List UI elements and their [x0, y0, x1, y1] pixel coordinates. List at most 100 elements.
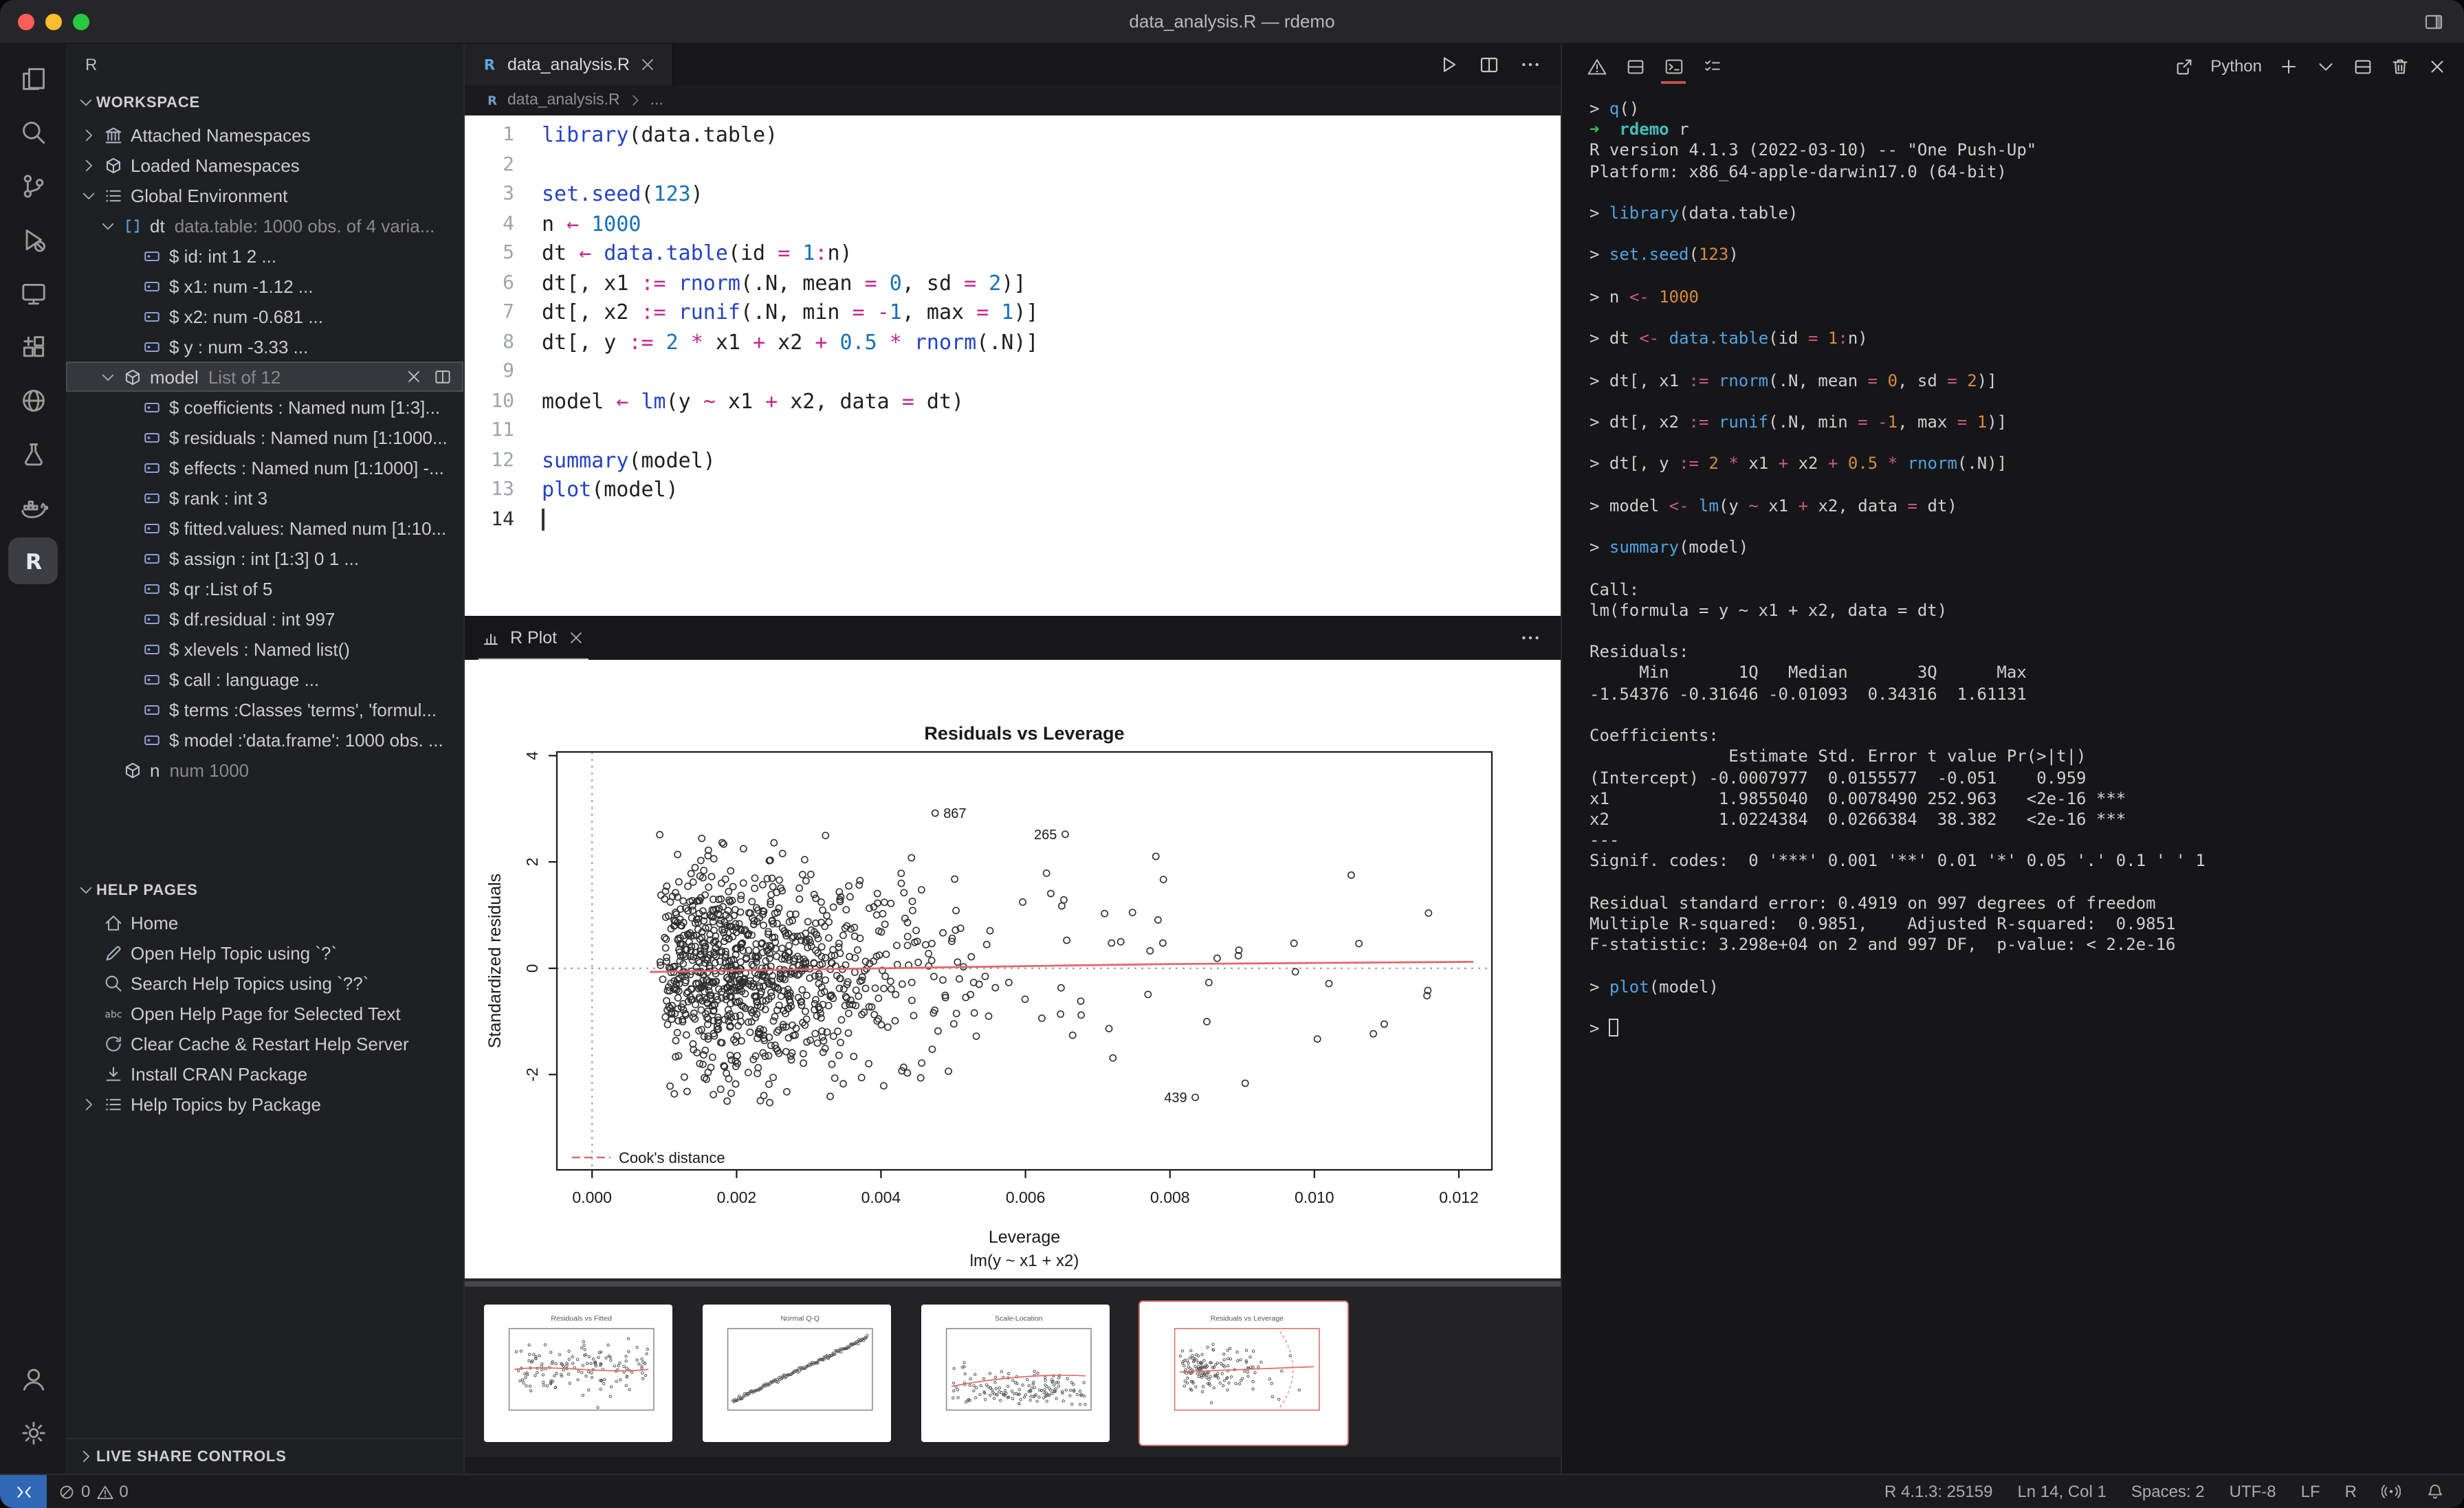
panel-checklist-icon[interactable]: [1694, 49, 1730, 82]
help-pages-section-header[interactable]: HELP PAGES: [66, 873, 463, 907]
customize-layout-icon[interactable]: [2423, 10, 2464, 32]
activity-run-debug[interactable]: [8, 216, 58, 263]
code-editor[interactable]: 1 library(data.table) 2 3 set.seed(123) 4 n ← …: [465, 115, 1561, 616]
open-split-icon[interactable]: [433, 367, 452, 386]
code-line-14[interactable]: 14: [465, 505, 1561, 535]
tree-row-model[interactable]: model List of 12: [66, 362, 463, 392]
activity-remote-explorer[interactable]: [8, 269, 58, 316]
help-item-home[interactable]: Home: [66, 907, 463, 938]
code-line-7[interactable]: 7 dt[, x2 := runif(.N, min = -1, max = 1)…: [465, 298, 1561, 328]
breadcrumb[interactable]: R data_analysis.R ...: [465, 85, 1561, 115]
tree-row-attached-namespaces[interactable]: Attached Namespaces: [66, 120, 463, 150]
status-lf[interactable]: LF: [2301, 1482, 2320, 1501]
bell-icon[interactable]: [2426, 1482, 2445, 1501]
tree-row-terms-classes-terms-formul[interactable]: $ terms :Classes 'terms', 'formul...: [66, 694, 463, 724]
code-line-9[interactable]: 9: [465, 357, 1561, 387]
status-ln-14-col-1[interactable]: Ln 14, Col 1: [2017, 1482, 2106, 1501]
live-share-section-header[interactable]: LIVE SHARE CONTROLS: [66, 1438, 463, 1474]
close-plot-tab-icon[interactable]: [566, 628, 586, 647]
tree-row-x2-num-0-681[interactable]: $ x2: num -0.681 ...: [66, 301, 463, 331]
code-line-11[interactable]: 11: [465, 417, 1561, 446]
close-panel-icon[interactable]: [2427, 56, 2448, 76]
activity-settings[interactable]: [8, 1409, 58, 1456]
tree-row-model-data-frame-1000-obs[interactable]: $ model :'data.frame': 1000 obs. ...: [66, 724, 463, 755]
activity-docker[interactable]: [8, 484, 58, 531]
minimize-window-button[interactable]: [45, 13, 62, 30]
tree-row-global-environment[interactable]: Global Environment: [66, 180, 463, 210]
zoom-window-button[interactable]: [73, 13, 89, 30]
help-item-open-help-page-for-selected-text[interactable]: abc Open Help Page for Selected Text: [66, 998, 463, 1028]
code-line-4[interactable]: 4n ← 1000: [465, 210, 1561, 239]
tree-row-y-num-3-33[interactable]: $ y : num -3.33 ...: [66, 331, 463, 362]
editor-more-icon[interactable]: [1519, 54, 1541, 76]
tree-row-rank-int-3[interactable]: $ rank : int 3: [66, 483, 463, 513]
tree-row-id-int-1-2[interactable]: $ id: int 1 2 ...: [66, 241, 463, 271]
remote-indicator[interactable]: [0, 1475, 47, 1508]
help-item-help-topics-by-package[interactable]: Help Topics by Package: [66, 1089, 463, 1119]
tab-r-plot[interactable]: R Plot: [465, 616, 602, 660]
tree-row-assign-int-1-3-0-1[interactable]: $ assign : int [1:3] 0 1 ...: [66, 543, 463, 573]
run-source-icon[interactable]: [1437, 54, 1459, 76]
panel-terminal-icon[interactable]: [1656, 49, 1691, 84]
split-editor-icon[interactable]: [1478, 54, 1500, 76]
code-line-12[interactable]: 12 summary(model): [465, 446, 1561, 476]
split-terminal-icon[interactable]: [2353, 56, 2373, 76]
tree-row-effects-named-num-1-1000[interactable]: $ effects : Named num [1:1000] -...: [66, 452, 463, 483]
plot-thumbnail-normal-q-q[interactable]: Normal Q-Q: [703, 1305, 891, 1442]
panel-split-panel-icon[interactable]: [1617, 49, 1653, 82]
code-line-5[interactable]: 5 dt ← data.table(id = 1:n): [465, 239, 1561, 269]
tree-row-residuals-named-num-1-1000[interactable]: $ residuals : Named num [1:1000...: [66, 422, 463, 452]
tree-row-df-residual-int-997[interactable]: $ df.residual : int 997: [66, 603, 463, 634]
plot-thumbnail-residuals-vs-leverage[interactable]: Residuals vs Leverage: [1138, 1300, 1349, 1446]
panel-warning-icon[interactable]: [1578, 49, 1614, 82]
activity-r-view[interactable]: R: [8, 537, 58, 584]
code-line-1[interactable]: 1 library(data.table): [465, 121, 1561, 151]
activity-explorer[interactable]: [8, 55, 58, 102]
close-tab-icon[interactable]: [638, 55, 657, 74]
launch-icon[interactable]: [2173, 56, 2194, 76]
tree-row-xlevels-named-list[interactable]: $ xlevels : Named list(): [66, 634, 463, 664]
code-line-3[interactable]: 3 set.seed(123): [465, 180, 1561, 210]
status-r[interactable]: R: [2345, 1482, 2357, 1501]
workspace-section-header[interactable]: WORKSPACE: [66, 85, 463, 120]
tree-row-loaded-namespaces[interactable]: Loaded Namespaces: [66, 150, 463, 180]
activity-search[interactable]: [8, 109, 58, 155]
code-line-13[interactable]: 13 plot(model): [465, 476, 1561, 505]
plot-more-icon[interactable]: [1519, 627, 1561, 649]
activity-account[interactable]: [8, 1355, 58, 1402]
terminal-selector[interactable]: Python: [2210, 56, 2262, 76]
code-line-10[interactable]: 10 model ← lm(y ~ x1 + x2, data = dt): [465, 387, 1561, 417]
tree-row-n[interactable]: n num 1000: [66, 755, 463, 785]
new-terminal-icon[interactable]: [2278, 56, 2299, 76]
problems-status[interactable]: 00: [47, 1482, 140, 1501]
tree-row-x1-num-1-12[interactable]: $ x1: num -1.12 ...: [66, 271, 463, 301]
tree-row-coefficients-named-num-1-3[interactable]: $ coefficients : Named num [1:3]...: [66, 392, 463, 422]
code-line-8[interactable]: 8 dt[, y := 2 * x1 + x2 + 0.5 * rnorm(.N)…: [465, 328, 1561, 357]
status-r-4-1-3-25159[interactable]: R 4.1.3: 25159: [1884, 1482, 1992, 1501]
help-item-open-help-topic-using[interactable]: Open Help Topic using `?`: [66, 938, 463, 968]
tree-row-fitted-values-named-num-1-10[interactable]: $ fitted.values: Named num [1:10...: [66, 513, 463, 543]
status-spaces-2[interactable]: Spaces: 2: [2131, 1482, 2205, 1501]
chevron-down-icon[interactable]: [2316, 56, 2336, 76]
activity-testing[interactable]: [8, 430, 58, 477]
help-item-clear-cache-restart-help-server[interactable]: Clear Cache & Restart Help Server: [66, 1028, 463, 1058]
kill-terminal-icon[interactable]: [2390, 56, 2410, 76]
plot-thumbnail-residuals-vs-fitted[interactable]: Residuals vs Fitted: [484, 1305, 672, 1442]
plot-thumbnail-scale-location[interactable]: Scale-Location: [921, 1305, 1110, 1442]
code-line-6[interactable]: 6 dt[, x1 := rnorm(.N, mean = 0, sd = 2)]: [465, 269, 1561, 298]
tree-row-qr-list-of-5[interactable]: $ qr :List of 5: [66, 573, 463, 603]
terminal-output[interactable]: > q() ➜ rdemo rR version 4.1.3 (2022-03-1…: [1562, 88, 2464, 1474]
close-icon[interactable]: [404, 367, 424, 386]
code-line-2[interactable]: 2: [465, 151, 1561, 180]
broadcast-icon[interactable]: [2382, 1482, 2401, 1501]
help-item-install-cran-package[interactable]: Install CRAN Package: [66, 1058, 463, 1089]
tab-data-analysis-r[interactable]: R data_analysis.R: [465, 44, 674, 85]
plot-scrollbar[interactable]: [465, 1278, 1561, 1289]
status-utf-8[interactable]: UTF-8: [2230, 1482, 2276, 1501]
activity-live-share[interactable]: [8, 377, 58, 423]
activity-extensions[interactable]: [8, 323, 58, 370]
tree-row-call-language[interactable]: $ call : language ...: [66, 664, 463, 694]
tree-row-dt[interactable]: dt data.table: 1000 obs. of 4 varia...: [66, 210, 463, 241]
activity-source-control[interactable]: [8, 162, 58, 209]
help-item-search-help-topics-using[interactable]: Search Help Topics using `??`: [66, 968, 463, 998]
